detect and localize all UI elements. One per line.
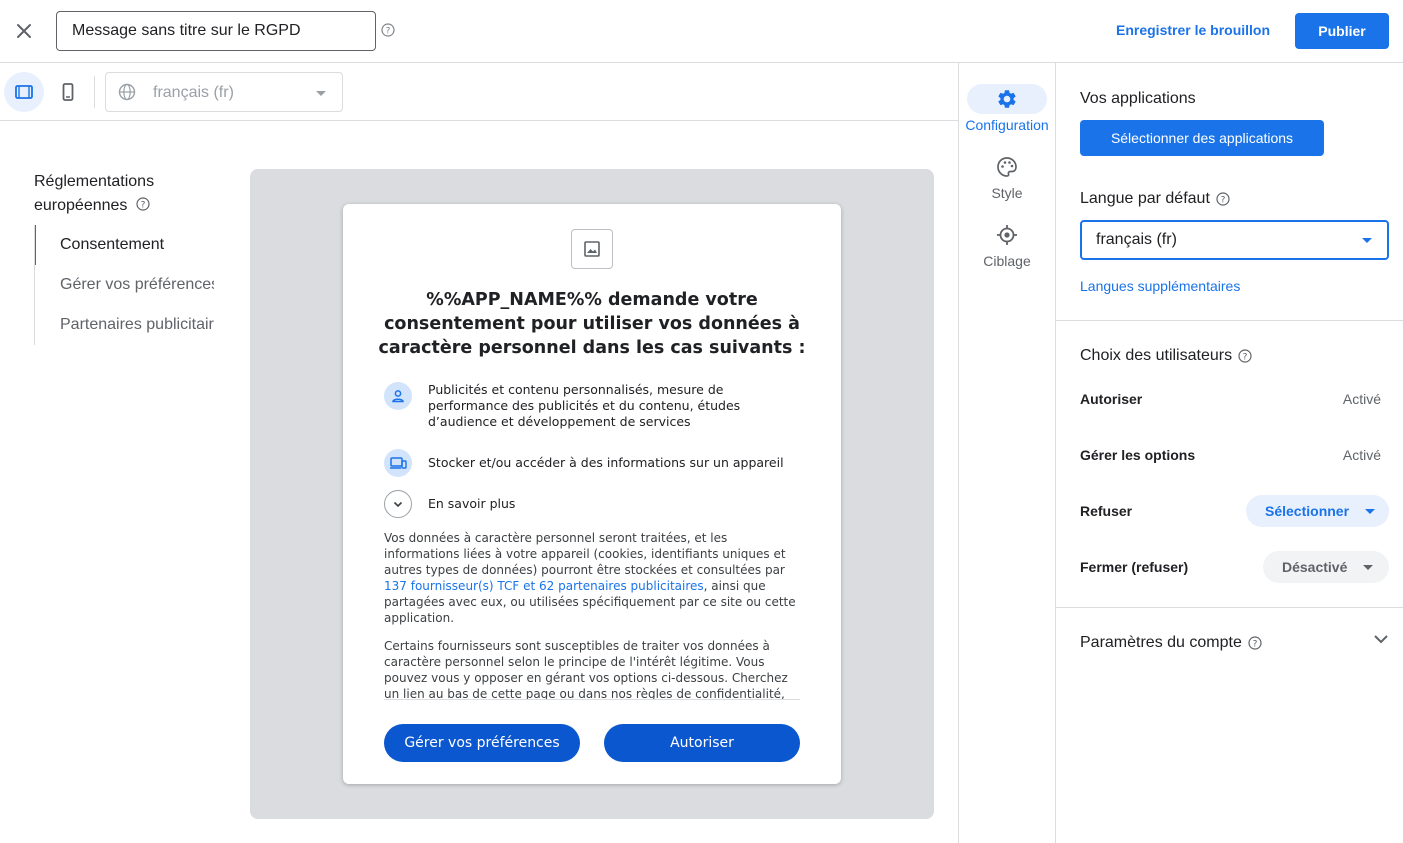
divider xyxy=(1056,607,1403,608)
dropdown-arrow-icon xyxy=(316,91,326,96)
choice-name: Autoriser xyxy=(1080,391,1143,407)
choice-row-manage: Gérer les options Activé xyxy=(1080,439,1389,471)
choice-row-close: Fermer (refuser) Désactivé xyxy=(1080,551,1389,583)
help-icon[interactable]: ? xyxy=(381,23,395,42)
svg-text:?: ? xyxy=(1252,639,1257,649)
choice-row-allow: Autoriser Activé xyxy=(1080,383,1389,415)
default-language-value: français (fr) xyxy=(1096,231,1177,248)
gear-icon xyxy=(998,90,1016,108)
settings-panel: Vos applications Sélectionner des applic… xyxy=(1056,63,1403,843)
globe-icon xyxy=(118,83,136,106)
divider xyxy=(1056,320,1403,321)
outline-item-preferences[interactable]: Gérer vos préférences xyxy=(35,265,214,305)
palette-icon xyxy=(997,157,1017,177)
svg-text:?: ? xyxy=(1243,352,1248,362)
help-icon[interactable]: ? xyxy=(1216,192,1230,206)
manage-preferences-button[interactable]: Gérer vos préférences xyxy=(384,724,580,762)
additional-languages-link[interactable]: Langues supplémentaires xyxy=(1080,278,1240,294)
choice-name: Gérer les options xyxy=(1080,447,1196,463)
message-title-input[interactable] xyxy=(56,11,376,51)
purpose-item: Publicités et contenu personnalisés, mes… xyxy=(384,382,804,430)
publish-button[interactable]: Publier xyxy=(1295,13,1389,49)
tab-style[interactable]: Style xyxy=(959,152,1055,201)
svg-text:?: ? xyxy=(140,200,145,210)
toolbar-divider xyxy=(94,76,95,108)
help-icon[interactable]: ? xyxy=(136,197,150,211)
dialog-paragraph: Vos données à caractère personnel seront… xyxy=(384,531,796,625)
purpose-item: Stocker et/ou accéder à des informations… xyxy=(384,449,804,477)
preview-toolbar: français (fr) xyxy=(0,63,958,121)
phone-icon xyxy=(62,83,74,101)
apps-heading: Vos applications xyxy=(1080,90,1196,107)
choice-name: Fermer (refuser) xyxy=(1080,559,1189,575)
outline-item-partners[interactable]: Partenaires publicitaires xyxy=(35,305,214,345)
purpose-text: Publicités et contenu personnalisés, mes… xyxy=(428,382,741,429)
desktop-view-button[interactable] xyxy=(4,72,44,112)
save-draft-button[interactable]: Enregistrer le brouillon xyxy=(1116,22,1270,38)
close-select-chip[interactable]: Désactivé xyxy=(1263,551,1389,583)
image-placeholder-icon xyxy=(571,229,613,269)
choice-status: Activé xyxy=(1342,391,1381,407)
devices-icon xyxy=(384,449,412,477)
tab-label: Ciblage xyxy=(983,253,1031,269)
outline-title: Réglementations européennes ? xyxy=(34,173,155,214)
top-bar: ? Enregistrer le brouillon Publier xyxy=(0,0,1403,63)
preview-language-value: français (fr) xyxy=(153,84,234,101)
consent-dialog-preview: %%APP_NAME%% demande votre consentement … xyxy=(343,204,841,784)
select-apps-button[interactable]: Sélectionner des applications xyxy=(1080,120,1324,156)
learn-more-label: En savoir plus xyxy=(428,496,516,511)
desktop-icon xyxy=(15,85,33,99)
choice-status: Activé xyxy=(1342,447,1381,463)
choice-name: Refuser xyxy=(1080,503,1133,519)
refuse-select-chip[interactable]: Sélectionner xyxy=(1246,495,1389,527)
target-icon xyxy=(997,225,1017,245)
dropdown-arrow-icon xyxy=(1363,564,1374,570)
dialog-title: %%APP_NAME%% demande votre consentement … xyxy=(378,290,806,358)
outline-item-consent[interactable]: Consentement xyxy=(35,225,214,265)
mobile-view-button[interactable] xyxy=(48,72,88,112)
dialog-scroll-area[interactable]: Vos données à caractère personnel seront… xyxy=(384,530,800,700)
tab-label: Style xyxy=(991,185,1023,201)
tab-configuration[interactable]: Configuration xyxy=(959,84,1055,133)
default-language-heading: Langue par défaut ? xyxy=(1080,190,1230,208)
choice-row-refuse: Refuser Sélectionner xyxy=(1080,495,1389,527)
help-icon[interactable]: ? xyxy=(1248,636,1262,650)
learn-more-toggle[interactable]: En savoir plus xyxy=(384,490,804,518)
purpose-text: Stocker et/ou accéder à des informations… xyxy=(428,455,784,470)
dropdown-arrow-icon xyxy=(1365,508,1376,514)
vertical-tabs: Configuration Style Ciblage xyxy=(958,63,1056,843)
dropdown-arrow-icon xyxy=(1362,238,1372,243)
tab-label: Configuration xyxy=(965,117,1049,133)
chevron-down-icon xyxy=(384,490,412,518)
dialog-paragraph: Certains fournisseurs sont susceptibles … xyxy=(384,639,788,700)
chevron-down-icon[interactable] xyxy=(1373,631,1389,652)
svg-text:?: ? xyxy=(1221,195,1226,205)
person-icon xyxy=(384,382,412,410)
default-language-select[interactable]: français (fr) xyxy=(1080,220,1389,260)
tab-targeting[interactable]: Ciblage xyxy=(959,220,1055,269)
help-icon[interactable]: ? xyxy=(1238,349,1252,363)
preview-language-select[interactable]: français (fr) xyxy=(105,72,343,112)
account-settings-heading[interactable]: Paramètres du compte ? xyxy=(1080,634,1262,652)
svg-text:?: ? xyxy=(386,26,391,36)
vendors-link[interactable]: 137 fournisseur(s) TCF et 62 partenaires… xyxy=(384,579,704,593)
user-choices-heading: Choix des utilisateurs ? xyxy=(1080,347,1252,365)
close-icon[interactable] xyxy=(12,19,36,43)
allow-button[interactable]: Autoriser xyxy=(604,724,800,762)
outline-list: Consentement Gérer vos préférences Parte… xyxy=(34,225,214,345)
